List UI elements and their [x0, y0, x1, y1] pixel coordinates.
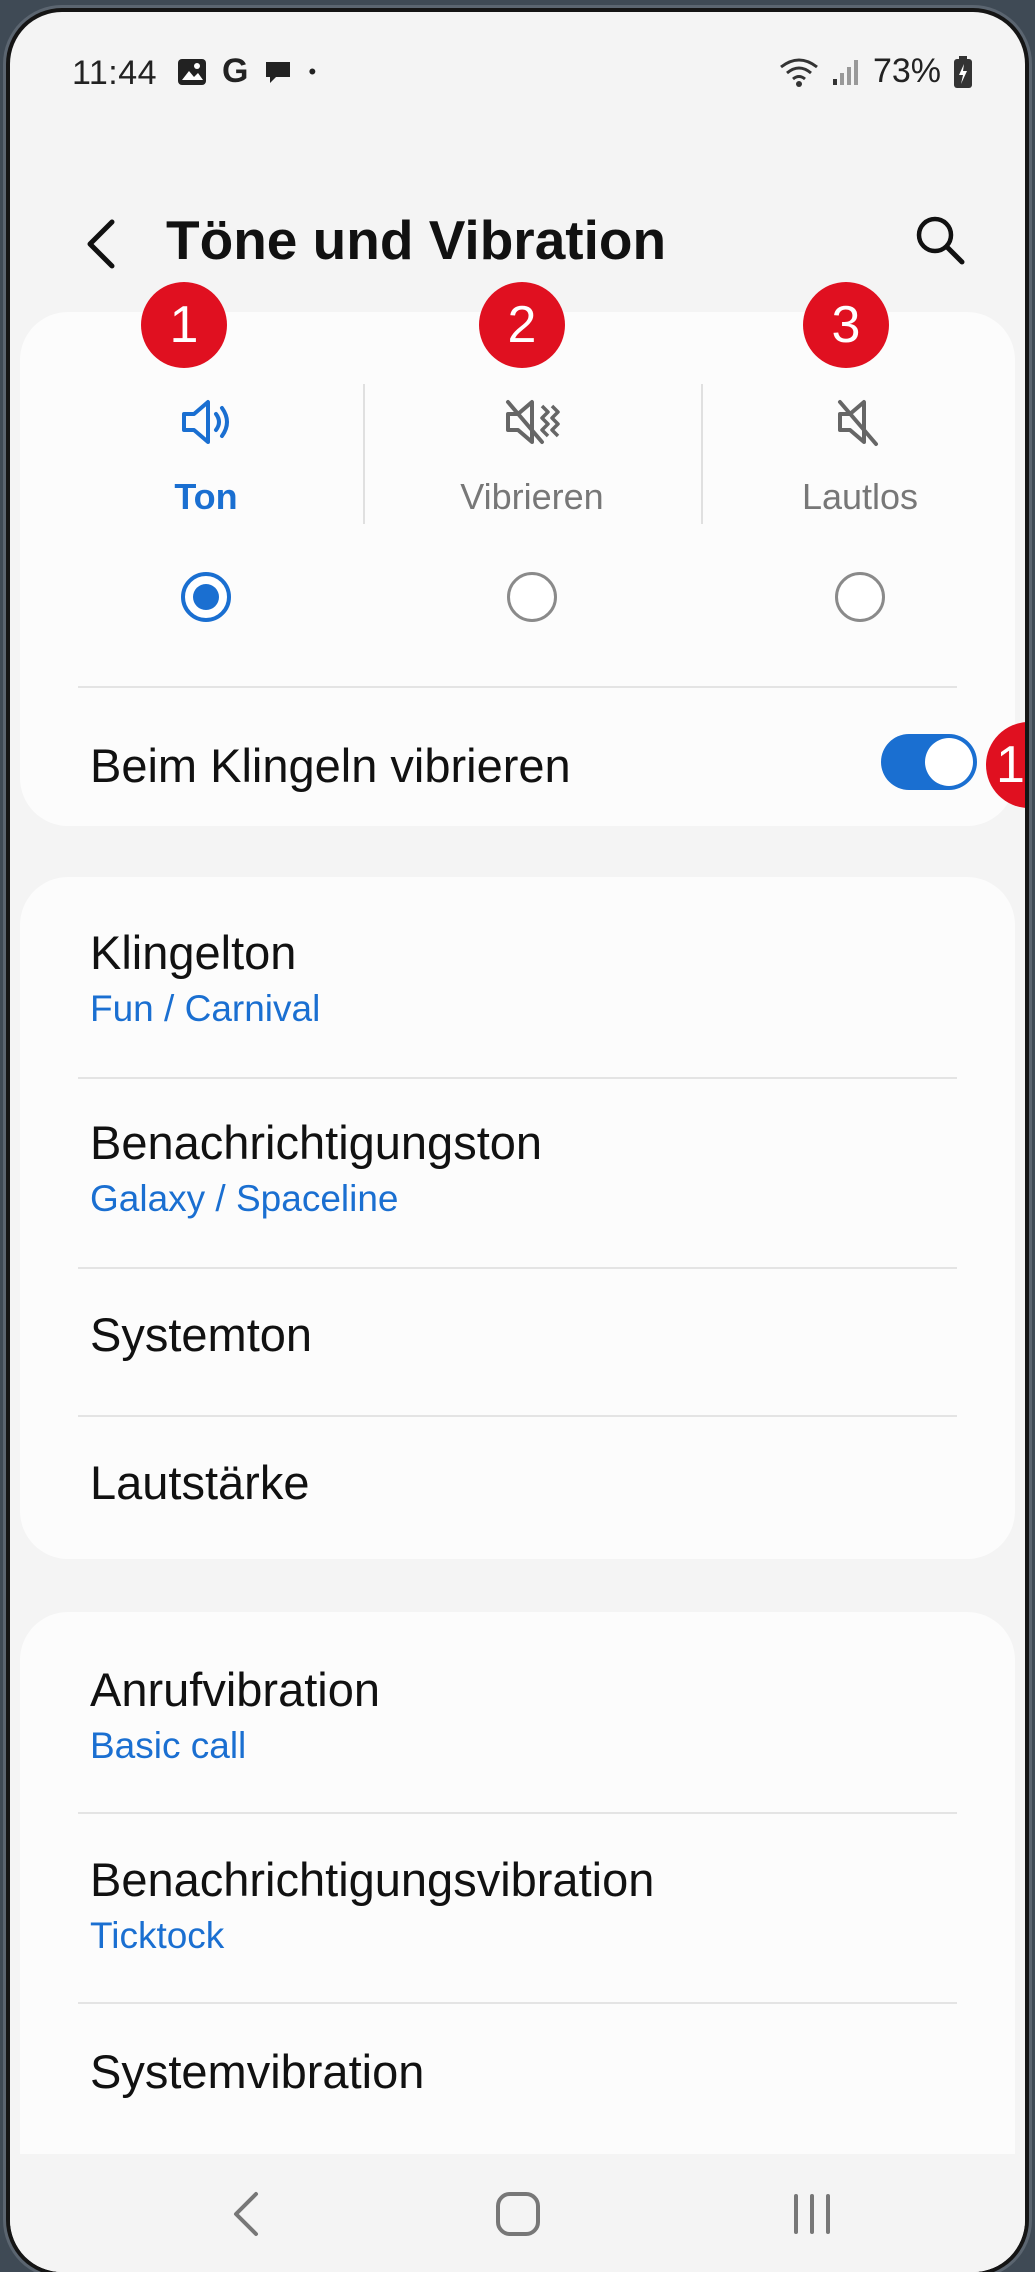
- list-item-notification-sound[interactable]: Benachrichtigungston Galaxy / Spaceline: [90, 1115, 945, 1220]
- dot-icon: •: [308, 58, 317, 84]
- notification-vibration-value: Ticktock: [90, 1915, 225, 1956]
- list-item-call-vibration[interactable]: Anrufvibration Basic call: [90, 1662, 945, 1767]
- annotation-badge-1: 1: [141, 282, 227, 368]
- signal-icon: [832, 59, 858, 85]
- system-vibration-title: Systemvibration: [90, 2045, 425, 2098]
- battery-percent: 73%: [872, 52, 941, 90]
- wifi-icon: [780, 58, 818, 87]
- divider: [78, 1077, 957, 1079]
- status-right: 73%: [779, 52, 973, 91]
- ringtone-title: Klingelton: [90, 926, 297, 979]
- vibrate-icon: [506, 400, 560, 444]
- status-time: 11:44: [72, 54, 158, 92]
- nav-back-icon[interactable]: [218, 2184, 278, 2244]
- phone-screen: 11:44 G • 73% Töne und Vibration Ton Vib…: [10, 12, 1025, 2272]
- mode-sound-label: Ton: [174, 476, 238, 517]
- volume-title: Lautstärke: [90, 1456, 310, 1509]
- list-item-notification-vibration[interactable]: Benachrichtigungsvibration Ticktock: [90, 1852, 945, 1957]
- list-item-system-sound[interactable]: Systemton: [90, 1307, 945, 1362]
- sound-settings-card: Klingelton Fun / Carnival Benachrichtigu…: [20, 877, 1015, 1559]
- vibrate-on-ring-row[interactable]: Beim Klingeln vibrieren: [90, 734, 977, 793]
- system-sound-title: Systemton: [90, 1308, 313, 1361]
- list-item-volume[interactable]: Lautstärke: [90, 1455, 945, 1510]
- mode-separator: [363, 384, 365, 524]
- page-title: Töne und Vibration: [166, 209, 667, 271]
- notification-vibration-title: Benachrichtigungsvibration: [90, 1853, 655, 1906]
- mode-vibrate-label: Vibrieren: [460, 476, 604, 517]
- annotation-badge-2: 2: [479, 282, 565, 368]
- divider: [78, 2002, 957, 2004]
- battery-charging-icon: [954, 55, 972, 88]
- call-vibration-value: Basic call: [90, 1725, 247, 1766]
- mute-icon: [838, 400, 878, 446]
- mode-sound-radio[interactable]: [181, 572, 231, 622]
- vibrate-on-ring-label: Beim Klingeln vibrieren: [90, 739, 571, 792]
- mode-vibrate[interactable]: Vibrieren: [372, 372, 692, 672]
- sound-mode-card: Ton Vibrieren Lautlos Beim Klingeln vibr…: [20, 312, 1015, 826]
- list-item-system-vibration[interactable]: Systemvibration: [90, 2044, 945, 2099]
- back-chevron-icon[interactable]: [78, 214, 122, 274]
- divider: [78, 1812, 957, 1814]
- notification-sound-title: Benachrichtigungston: [90, 1116, 543, 1169]
- divider: [78, 1267, 957, 1269]
- mode-sound[interactable]: Ton: [46, 372, 366, 672]
- search-icon[interactable]: [910, 210, 970, 270]
- status-bar: 11:44 G • 73%: [10, 12, 1025, 132]
- ringtone-value: Fun / Carnival: [90, 988, 321, 1029]
- navigation-bar: [10, 2154, 1025, 2272]
- annotation-badge-3: 3: [803, 282, 889, 368]
- call-vibration-title: Anrufvibration: [90, 1663, 380, 1716]
- divider: [78, 1415, 957, 1417]
- gallery-icon: [178, 58, 206, 85]
- chat-icon: [266, 61, 291, 83]
- nav-home-icon[interactable]: [488, 2184, 548, 2244]
- speaker-icon: [182, 400, 229, 444]
- mode-silent[interactable]: Lautlos: [700, 372, 1020, 672]
- vibrate-on-ring-toggle[interactable]: [881, 734, 977, 790]
- mode-silent-label: Lautlos: [801, 476, 919, 517]
- notification-sound-value: Galaxy / Spaceline: [90, 1178, 399, 1219]
- mode-vibrate-radio[interactable]: [507, 572, 557, 622]
- toggle-knob: [925, 738, 973, 786]
- mode-silent-radio[interactable]: [835, 572, 885, 622]
- notification-icons: G •: [176, 52, 316, 91]
- list-item-ringtone[interactable]: Klingelton Fun / Carnival: [90, 925, 945, 1030]
- divider: [78, 686, 957, 688]
- nav-recents-icon[interactable]: [782, 2184, 842, 2244]
- google-icon: G: [222, 52, 249, 90]
